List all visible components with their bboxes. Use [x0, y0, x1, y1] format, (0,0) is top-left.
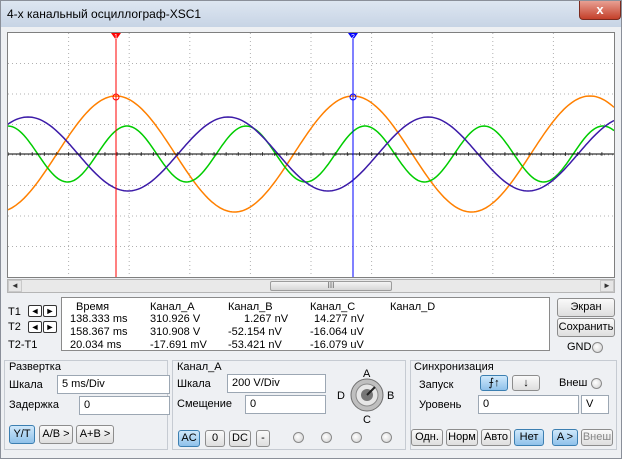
- header-time: Время: [76, 301, 110, 313]
- knob-label-b: B: [387, 390, 395, 402]
- scroll-left-icon[interactable]: ◄: [8, 280, 22, 292]
- t2-channel-b: -52.154 nV: [228, 326, 282, 338]
- t1-time: 138.333 ms: [70, 313, 128, 325]
- offset-input[interactable]: 0: [245, 395, 326, 414]
- diff-channel-c: -16.079 uV: [310, 339, 364, 351]
- t1-channel-c: 14.277 nV: [314, 313, 365, 325]
- delay-label: Задержка: [9, 399, 59, 411]
- t2-right-arrow-icon[interactable]: ►: [43, 321, 57, 333]
- close-button[interactable]: x: [579, 1, 621, 20]
- rising-edge-icon[interactable]: ⨍↑: [480, 375, 508, 391]
- t2-channel-c: -16.064 uV: [310, 326, 364, 338]
- channel-title: Канал_А: [177, 361, 222, 373]
- trigger-normal-button[interactable]: Норм: [446, 429, 478, 446]
- knob-label-d: D: [337, 390, 345, 402]
- t2-time: 158.367 ms: [70, 326, 128, 338]
- trigger-single-button[interactable]: Одн.: [411, 429, 443, 446]
- channel-scale-input[interactable]: 200 V/Div: [227, 374, 326, 393]
- falling-edge-icon[interactable]: ↓: [512, 375, 540, 391]
- scope-display[interactable]: 1 2: [7, 32, 615, 278]
- time-scrollbar[interactable]: ◄ III ►: [7, 279, 615, 293]
- timebase-scale-input[interactable]: 5 ms/Div: [57, 375, 170, 394]
- header-channel-c: Канал_С: [310, 301, 356, 313]
- scroll-right-icon[interactable]: ►: [600, 280, 614, 292]
- trigger-level-label: Уровень: [419, 399, 462, 411]
- trigger-auto-button[interactable]: Авто: [481, 429, 511, 446]
- trigger-none-button[interactable]: Нет: [514, 429, 544, 446]
- cursor-2-label: 2: [351, 34, 355, 41]
- t1-right-arrow-icon[interactable]: ►: [43, 305, 57, 317]
- t2-left-arrow-icon[interactable]: ◄: [28, 321, 42, 333]
- scrollbar-thumb[interactable]: III: [270, 281, 392, 291]
- save-button[interactable]: Сохранить: [557, 318, 615, 337]
- cursor-1-label: 1: [114, 34, 118, 41]
- coupling-zero-button[interactable]: 0: [205, 430, 225, 447]
- diff-channel-b: -53.421 nV: [228, 339, 282, 351]
- diff-time: 20.034 ms: [70, 339, 122, 351]
- measurement-table: Время Канал_А Канал_В Канал_С Канал_D 13…: [61, 297, 550, 351]
- t1-channel-b: 1.267 nV: [244, 313, 289, 325]
- channel-selector-knob-icon[interactable]: [349, 377, 385, 413]
- t1-channel-a: 310.926 V: [150, 313, 201, 325]
- external-label: Внеш: [559, 377, 588, 389]
- window-title: 4-х канальный осциллограф-XSC1: [7, 7, 202, 21]
- coupling-dc-button[interactable]: DC: [229, 430, 251, 447]
- timebase-scale-label: Шкала: [9, 379, 43, 391]
- terminal-c[interactable]: [351, 432, 362, 443]
- header-channel-d: Канал_D: [390, 301, 436, 313]
- external-trigger-terminal[interactable]: [591, 378, 602, 389]
- t1-left-arrow-icon[interactable]: ◄: [28, 305, 42, 317]
- cursor-t2t1-label: T2-T1: [8, 339, 38, 351]
- oscilloscope-window: 4-х канальный осциллограф-XSC1 x 1 2 ◄ I…: [0, 0, 622, 459]
- delay-input[interactable]: 0: [79, 396, 170, 415]
- trigger-level-unit[interactable]: V: [581, 395, 609, 414]
- gnd-label: GND: [567, 341, 592, 353]
- coupling-ac-button[interactable]: AC: [178, 430, 200, 447]
- header-channel-b: Канал_В: [228, 301, 273, 313]
- title-bar[interactable]: 4-х канальный осциллограф-XSC1 x: [1, 1, 621, 27]
- terminal-d[interactable]: [381, 432, 392, 443]
- cursor-t1-label: T1: [8, 306, 21, 318]
- cursor-t2-label: T2: [8, 321, 21, 333]
- invert-button[interactable]: -: [256, 430, 270, 447]
- trigger-edge-label: Запуск: [419, 379, 454, 391]
- trigger-title: Синхронизация: [414, 361, 494, 373]
- terminal-b[interactable]: [321, 432, 332, 443]
- offset-label: Смещение: [177, 398, 233, 410]
- trigger-source-button[interactable]: A >: [552, 429, 578, 446]
- mode-aplusb-button[interactable]: A+B >: [76, 425, 114, 444]
- trigger-ext-button[interactable]: Внеш: [581, 429, 613, 446]
- channel-scale-label: Шкала: [177, 378, 211, 390]
- scope-plot[interactable]: 1 2: [8, 33, 614, 277]
- mode-ab-button[interactable]: A/B >: [39, 425, 73, 444]
- reverse-screen-button[interactable]: Экран: [557, 298, 615, 317]
- timebase-title: Развертка: [9, 361, 61, 373]
- header-channel-a: Канал_А: [150, 301, 195, 313]
- trigger-level-input[interactable]: 0: [478, 395, 579, 414]
- knob-label-c: C: [363, 414, 371, 426]
- diff-channel-a: -17.691 mV: [150, 339, 207, 351]
- terminal-a[interactable]: [293, 432, 304, 443]
- scope-grid: [8, 33, 614, 277]
- t2-channel-a: 310.908 V: [150, 326, 201, 338]
- gnd-terminal[interactable]: [592, 342, 603, 353]
- mode-yt-button[interactable]: Y/T: [9, 425, 35, 444]
